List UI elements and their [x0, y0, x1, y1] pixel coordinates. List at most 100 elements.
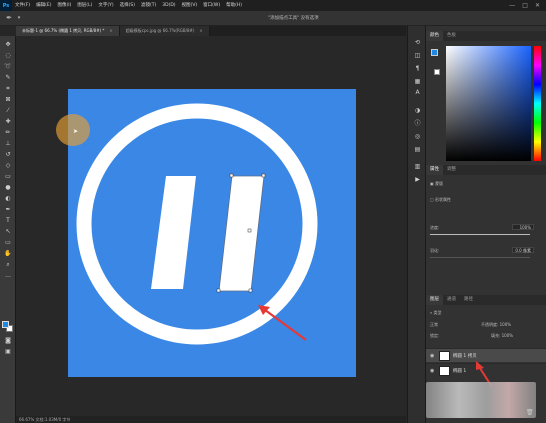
- lasso-tool-icon[interactable]: ➰: [3, 62, 13, 71]
- menu-image[interactable]: 图像(I): [54, 0, 74, 11]
- menu-3d[interactable]: 3D(D): [159, 0, 178, 11]
- pause-logo-artwork: [76, 103, 318, 345]
- tab-paths[interactable]: 路径: [460, 295, 477, 305]
- tab-properties[interactable]: 属性: [426, 165, 443, 175]
- menu-window[interactable]: 窗口(W): [200, 0, 223, 11]
- tab-color[interactable]: 颜色: [426, 31, 443, 41]
- color-panel-background-swatch[interactable]: [434, 69, 440, 75]
- window-controls: — □ ✕: [509, 2, 546, 9]
- density-label: 浓度:: [430, 225, 440, 230]
- menu-edit[interactable]: 编辑(E): [33, 0, 54, 11]
- adjustments-panel-icon[interactable]: ◑: [412, 106, 423, 115]
- libraries-panel-icon[interactable]: ▥: [412, 162, 423, 171]
- hue-slider[interactable]: [534, 46, 541, 161]
- styles-panel-icon[interactable]: ▤: [412, 145, 423, 154]
- menu-type[interactable]: 文字(Y): [95, 0, 116, 11]
- anchor-point[interactable]: [247, 228, 252, 233]
- artboard[interactable]: [68, 89, 356, 377]
- options-status-text: "添加描点工具" 没有选项: [268, 16, 319, 21]
- minimize-button[interactable]: —: [509, 2, 515, 9]
- close-icon[interactable]: ×: [109, 26, 112, 36]
- history-brush-tool-icon[interactable]: ↺: [3, 150, 13, 159]
- photoshop-window: Ps 文件(F) 编辑(E) 图像(I) 图层(L) 文字(Y) 选择(S) 滤…: [0, 0, 546, 423]
- feather-value-input[interactable]: 0.0 像素: [512, 247, 534, 253]
- close-window-button[interactable]: ✕: [535, 2, 540, 9]
- tab-document-1[interactable]: 未标题-1 @ 66.7% (椭圆 1 拷贝, RGB/8#) * ×: [16, 26, 120, 36]
- properties-header: ▣ 蒙版: [430, 181, 443, 187]
- color-panel-foreground-swatch[interactable]: [431, 49, 438, 56]
- tab-channels[interactable]: 通道: [443, 295, 460, 305]
- crop-tool-icon[interactable]: ⌗: [3, 84, 13, 93]
- path-select-tool-icon[interactable]: ↖: [3, 227, 13, 236]
- density-slider[interactable]: [430, 234, 530, 235]
- type-tool-icon[interactable]: T: [3, 216, 13, 225]
- opacity-label: 不透明度:: [481, 322, 499, 327]
- info-panel-icon[interactable]: ⓘ: [412, 119, 423, 128]
- canvas-area[interactable]: ➤: [16, 36, 406, 418]
- clone-stamp-tool-icon[interactable]: ⊥: [3, 139, 13, 148]
- maximize-button[interactable]: □: [522, 2, 528, 9]
- menu-filter[interactable]: 滤镜(T): [138, 0, 159, 11]
- feather-slider[interactable]: [430, 257, 530, 258]
- delete-layer-icon[interactable]: 🗑: [526, 409, 534, 416]
- menu-view[interactable]: 视图(V): [179, 0, 201, 11]
- opacity-control[interactable]: 不透明度: 100%: [481, 322, 511, 328]
- tool-preset-chevron-icon[interactable]: ▾: [14, 13, 24, 23]
- layer-filter-kind-label: 类型: [433, 310, 442, 315]
- quick-select-tool-icon[interactable]: ✎: [3, 73, 13, 82]
- dodge-tool-icon[interactable]: ◐: [3, 194, 13, 203]
- color-picker-field[interactable]: [446, 46, 531, 161]
- left-bar-shape[interactable]: [151, 176, 196, 289]
- frame-tool-icon[interactable]: ⊠: [3, 95, 13, 104]
- shape-properties-row[interactable]: ▢ 形状属性: [430, 197, 451, 203]
- paragraph-icon[interactable]: ¶: [412, 64, 423, 73]
- properties-header-label: 蒙版: [435, 181, 444, 186]
- close-icon[interactable]: ×: [199, 26, 202, 36]
- quick-mask-icon[interactable]: ◙: [3, 336, 13, 345]
- menu-help[interactable]: 帮助(H): [223, 0, 245, 11]
- pen-tool-icon[interactable]: ✒: [3, 205, 13, 214]
- navigator-panel-icon[interactable]: ◎: [412, 132, 423, 141]
- density-value-input[interactable]: 100%: [512, 224, 534, 230]
- actions-panel-icon[interactable]: ▶: [412, 175, 423, 184]
- eraser-tool-icon[interactable]: ◇: [3, 161, 13, 170]
- density-slider-fill: [430, 234, 530, 235]
- screen-mode-icon[interactable]: ▣: [3, 347, 13, 356]
- healing-brush-tool-icon[interactable]: ✚: [3, 117, 13, 126]
- menu-select[interactable]: 选择(S): [117, 0, 138, 11]
- layer-filter-kind[interactable]: ⌕ 类型: [430, 310, 442, 316]
- fill-control[interactable]: 填充: 100%: [491, 333, 513, 339]
- blur-tool-icon[interactable]: ●: [3, 183, 13, 192]
- character-panel-icon[interactable]: A: [412, 88, 423, 97]
- shape-tool-icon[interactable]: ▭: [3, 238, 13, 247]
- hand-tool-icon[interactable]: ✋: [3, 249, 13, 258]
- add-anchor-point-tool-icon[interactable]: ✒: [4, 13, 14, 23]
- tab-adjustments[interactable]: 调整: [443, 165, 460, 175]
- anchor-point[interactable]: [229, 173, 234, 178]
- swatches-panel-icon[interactable]: ▦: [412, 77, 423, 86]
- history-panel-icon[interactable]: ⟲: [412, 38, 423, 47]
- tab-layers[interactable]: 图层: [426, 295, 443, 305]
- marquee-tool-icon[interactable]: ◌: [3, 51, 13, 60]
- shape-properties-label: 形状属性: [435, 197, 452, 202]
- tab-document-2[interactable]: 超级模板cpc.jpg @ 66.7%(RGB/8#) ×: [119, 26, 210, 36]
- eyedropper-tool-icon[interactable]: ⁄: [3, 106, 13, 115]
- fill-label: 填充:: [491, 333, 501, 338]
- blend-mode-select[interactable]: 正常: [430, 322, 438, 328]
- cursor-icon: ➤: [73, 128, 79, 135]
- brush-tool-icon[interactable]: ✏: [3, 128, 13, 137]
- menu-layer[interactable]: 图层(L): [74, 0, 95, 11]
- anchor-point[interactable]: [248, 288, 253, 293]
- menu-file[interactable]: 文件(F): [12, 0, 33, 11]
- move-tool-icon[interactable]: ✥: [3, 40, 13, 49]
- annotation-arrow-head: [476, 361, 484, 370]
- gradient-tool-icon[interactable]: ▭: [3, 172, 13, 181]
- foreground-color-swatch[interactable]: [2, 321, 9, 328]
- tools-panel: ✥ ◌ ➰ ✎ ⌗ ⊠ ⁄ ✚ ✏ ⊥ ↺ ◇ ▭ ● ◐ ✒ T ↖ ▭ ✋ …: [0, 36, 16, 423]
- tab-swatches[interactable]: 色板: [443, 31, 460, 41]
- anchor-point[interactable]: [261, 173, 266, 178]
- zoom-tool-icon[interactable]: ⌕: [3, 260, 13, 269]
- brush-settings-icon[interactable]: ◫: [412, 51, 423, 60]
- more-tools-icon[interactable]: …: [3, 271, 13, 280]
- anchor-point[interactable]: [216, 288, 221, 293]
